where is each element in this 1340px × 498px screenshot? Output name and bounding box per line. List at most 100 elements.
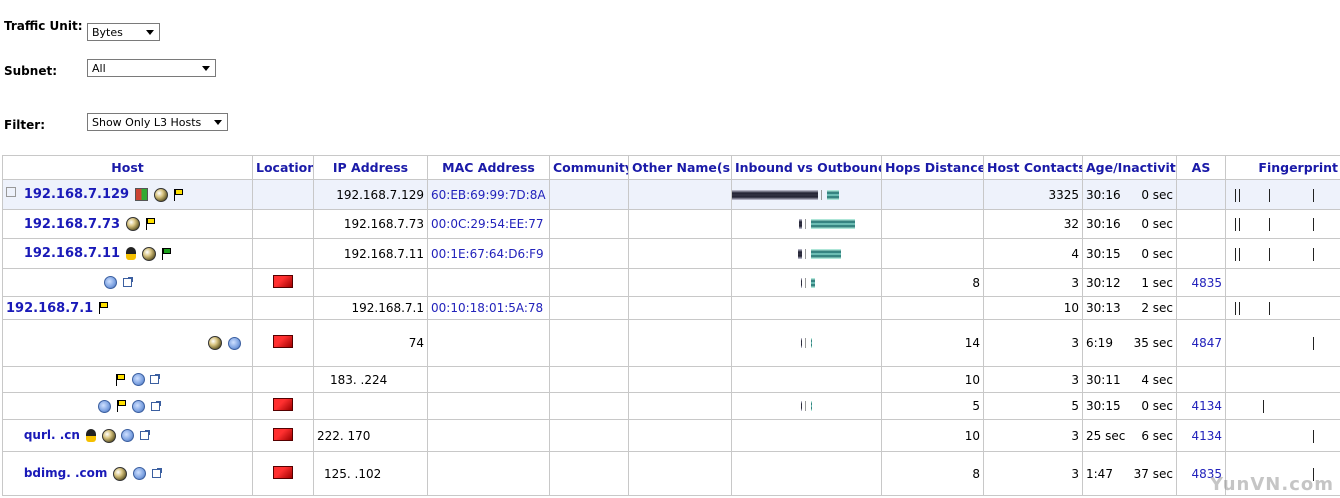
- community-cell: [549, 268, 629, 297]
- header-hops-distance[interactable]: Hops Distance: [881, 155, 984, 180]
- mac-cell[interactable]: [427, 268, 550, 297]
- as-cell[interactable]: [1176, 238, 1226, 269]
- traffic-bar-cell: [731, 209, 882, 239]
- community-cell: [549, 451, 629, 496]
- outbound-bar: [827, 189, 839, 200]
- inbound-bar: [801, 338, 802, 348]
- header-community[interactable]: Community: [549, 155, 629, 180]
- hops-cell: 5: [881, 392, 984, 420]
- header-inbound-outbound[interactable]: Inbound vs Outbound: [731, 155, 882, 180]
- subnet-label: Subnet:: [4, 64, 57, 78]
- table-row[interactable]: 5 5 30:15 0 sec 4134: [2, 392, 1340, 420]
- filter-select[interactable]: Show Only L3 Hosts: [87, 113, 228, 131]
- mac-cell[interactable]: [427, 319, 550, 367]
- age-inactivity-cell: 30:11 4 sec: [1082, 366, 1177, 393]
- host-link[interactable]: 192.168.7.11: [24, 246, 120, 261]
- inactivity: 2 sec: [1141, 301, 1173, 315]
- as-cell[interactable]: 4835: [1176, 268, 1226, 297]
- mac-cell[interactable]: 00:1E:67:64:D6:F9: [427, 238, 550, 269]
- mac-cell[interactable]: [427, 366, 550, 393]
- as-cell[interactable]: [1176, 296, 1226, 320]
- hops-cell: 10: [881, 366, 984, 393]
- location-cell: [252, 209, 314, 239]
- mac-cell[interactable]: 00:10:18:01:5A:78: [427, 296, 550, 320]
- inbound-bar: [801, 401, 802, 411]
- table-row[interactable]: 192.168.7.11 192.168.7.11 00:1E:67:64:D6…: [2, 238, 1340, 269]
- header-age-inactivity[interactable]: Age/Inactivity: [1082, 155, 1177, 180]
- header-other-names[interactable]: Other Name(s): [628, 155, 732, 180]
- host-cell: [2, 366, 253, 393]
- chevron-down-icon: [214, 120, 222, 125]
- table-row[interactable]: 74 14 3 6:19 35 sec 4847: [2, 319, 1340, 367]
- mac-cell[interactable]: 00:0C:29:54:EE:77: [427, 209, 550, 239]
- host-link[interactable]: 192.168.7.1: [6, 301, 93, 316]
- mac-cell[interactable]: [427, 451, 550, 496]
- external-link-icon[interactable]: [151, 468, 162, 479]
- header-location[interactable]: Location: [252, 155, 314, 180]
- header-host-contacts[interactable]: Host Contacts: [983, 155, 1083, 180]
- as-cell[interactable]: [1176, 179, 1226, 210]
- fingerprint-cell: [1225, 419, 1340, 452]
- watermark: YunVN.com: [1210, 474, 1334, 495]
- other-names-cell: [628, 366, 732, 393]
- location-cell: [252, 419, 314, 452]
- as-cell[interactable]: [1176, 209, 1226, 239]
- outbound-bar: [811, 219, 855, 229]
- table-row[interactable]: 192.168.7.129 192.168.7.129 60:EB:69:99:…: [2, 179, 1340, 210]
- as-cell[interactable]: 4134: [1176, 419, 1226, 452]
- other-names-cell: [628, 179, 732, 210]
- external-link-icon[interactable]: [150, 374, 161, 384]
- header-mac-address[interactable]: MAC Address: [427, 155, 550, 180]
- external-link-icon[interactable]: [151, 400, 162, 411]
- age: 30:11: [1086, 372, 1121, 387]
- host-link[interactable]: qurl. .cn: [24, 428, 80, 442]
- host-cell: 192.168.7.1: [2, 296, 253, 320]
- network-globe-icon: [132, 399, 146, 413]
- as-cell[interactable]: 4134: [1176, 392, 1226, 420]
- age: 6:19: [1086, 336, 1113, 350]
- traffic-unit-select[interactable]: Bytes: [87, 23, 160, 41]
- as-cell[interactable]: [1176, 366, 1226, 393]
- table-header-row: Host Location IP Address MAC Address Com…: [2, 155, 1340, 180]
- age-inactivity-cell: 1:47 37 sec: [1082, 451, 1177, 496]
- location-cell: [252, 268, 314, 297]
- community-cell: [549, 419, 629, 452]
- host-link[interactable]: 192.168.7.129: [24, 187, 129, 202]
- host-link[interactable]: bdimg. .com: [24, 466, 108, 480]
- header-as[interactable]: AS: [1176, 155, 1226, 180]
- header-ip-address[interactable]: IP Address: [313, 155, 428, 180]
- table-row[interactable]: 183. .224 10 3 30:11 4 sec: [2, 366, 1340, 393]
- host-link[interactable]: 192.168.7.73: [24, 217, 120, 232]
- as-cell[interactable]: 4847: [1176, 319, 1226, 367]
- age: 30:12: [1086, 275, 1121, 290]
- age-inactivity-cell: 30:12 1 sec: [1082, 268, 1177, 297]
- table-row[interactable]: bdimg. .com 125. .102 8 3 1:47 37 sec 483…: [2, 451, 1340, 496]
- mac-cell[interactable]: [427, 419, 550, 452]
- inactivity: 0 sec: [1141, 246, 1173, 261]
- header-host[interactable]: Host: [2, 155, 253, 180]
- ip-cell: 74: [313, 319, 428, 367]
- external-link-icon[interactable]: [122, 277, 133, 287]
- age-inactivity-cell: 30:16 0 sec: [1082, 209, 1177, 239]
- expand-icon[interactable]: [6, 187, 16, 197]
- traffic-bar-cell: [731, 366, 882, 393]
- header-fingerprint[interactable]: Fingerprint: [1225, 155, 1340, 180]
- table-row[interactable]: qurl. .cn 222. 170 10 3 25 sec 6 sec 4134: [2, 419, 1340, 452]
- other-names-cell: [628, 392, 732, 420]
- subnet-select[interactable]: All: [87, 59, 216, 77]
- mac-cell[interactable]: 60:EB:69:99:7D:8A: [427, 179, 550, 210]
- community-cell: [549, 366, 629, 393]
- community-cell: [549, 296, 629, 320]
- table-row[interactable]: 192.168.7.73 192.168.7.73 00:0C:29:54:EE…: [2, 209, 1340, 239]
- network-globe-icon: [121, 429, 135, 443]
- other-names-cell: [628, 268, 732, 297]
- table-row[interactable]: 8 3 30:12 1 sec 4835: [2, 268, 1340, 297]
- hosts-table: Host Location IP Address MAC Address Com…: [2, 155, 1340, 496]
- contacts-cell: 10: [983, 296, 1083, 320]
- yellow-flag-icon: [99, 302, 109, 314]
- age: 30:16: [1086, 217, 1121, 231]
- table-row[interactable]: 192.168.7.1 192.168.7.1 00:10:18:01:5A:7…: [2, 296, 1340, 320]
- external-link-icon[interactable]: [140, 430, 151, 441]
- age-inactivity-cell: 6:19 35 sec: [1082, 319, 1177, 367]
- mac-cell[interactable]: [427, 392, 550, 420]
